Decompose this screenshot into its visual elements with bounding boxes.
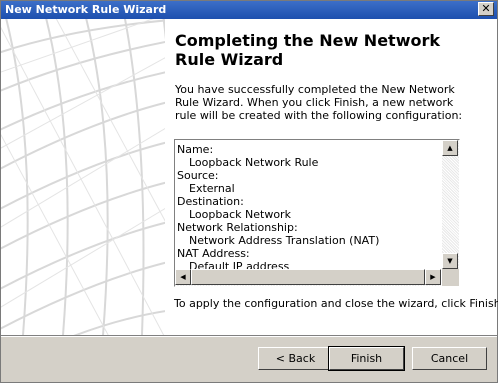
summary-value: Default IP address: [189, 260, 290, 269]
completion-description: You have successfully completed the New …: [175, 83, 463, 122]
summary-item: NAT Address: Default IP address: [177, 247, 441, 269]
summary-label: Destination:: [177, 195, 244, 208]
summary-label: Source:: [177, 169, 219, 182]
vertical-scrollbar[interactable]: ▲ ▼: [442, 140, 459, 269]
cancel-button[interactable]: Cancel: [412, 347, 487, 370]
summary-value: External: [189, 182, 235, 195]
summary-value: Loopback Network: [189, 208, 291, 221]
network-mesh-graphic: [1, 19, 165, 335]
back-button[interactable]: < Back: [258, 347, 333, 370]
summary-item: Network Relationship: Network Address Tr…: [177, 221, 441, 247]
summary-list: Name: Loopback Network Rule Source: Exte…: [175, 140, 441, 269]
wizard-banner-graphic: [1, 19, 165, 335]
summary-value: Loopback Network Rule: [189, 156, 319, 169]
summary-item: Destination: Loopback Network: [177, 195, 441, 221]
summary-label: NAT Address:: [177, 247, 250, 260]
scroll-up-icon[interactable]: ▲: [442, 140, 458, 156]
scroll-right-icon[interactable]: ▶: [425, 269, 441, 285]
scroll-left-icon[interactable]: ◀: [175, 269, 191, 285]
configuration-summary-box[interactable]: Name: Loopback Network Rule Source: Exte…: [174, 139, 460, 287]
scrollbar-corner: [442, 269, 459, 286]
close-icon[interactable]: ✕: [478, 2, 494, 16]
title-bar[interactable]: New Network Rule Wizard ✕: [1, 1, 497, 19]
summary-value: Network Address Translation (NAT): [189, 234, 380, 247]
wizard-window: New Network Rule Wizard ✕ Completing the…: [0, 0, 498, 383]
wizard-content: Completing the New Network Rule Wizard Y…: [165, 19, 498, 335]
horizontal-scrollbar[interactable]: ◀ ▶: [175, 269, 441, 286]
summary-label: Network Relationship:: [177, 221, 298, 234]
finish-instruction: To apply the configuration and close the…: [174, 297, 498, 310]
window-title: New Network Rule Wizard: [5, 3, 167, 16]
summary-label: Name:: [177, 143, 214, 156]
summary-item: Name: Loopback Network Rule: [177, 143, 441, 169]
finish-button[interactable]: Finish: [328, 346, 405, 371]
scroll-down-icon[interactable]: ▼: [442, 253, 458, 269]
summary-item: Source: External: [177, 169, 441, 195]
horizontal-scroll-thumb[interactable]: [191, 269, 425, 285]
footer-divider-highlight: [1, 336, 497, 337]
page-heading: Completing the New Network Rule Wizard: [175, 31, 440, 69]
